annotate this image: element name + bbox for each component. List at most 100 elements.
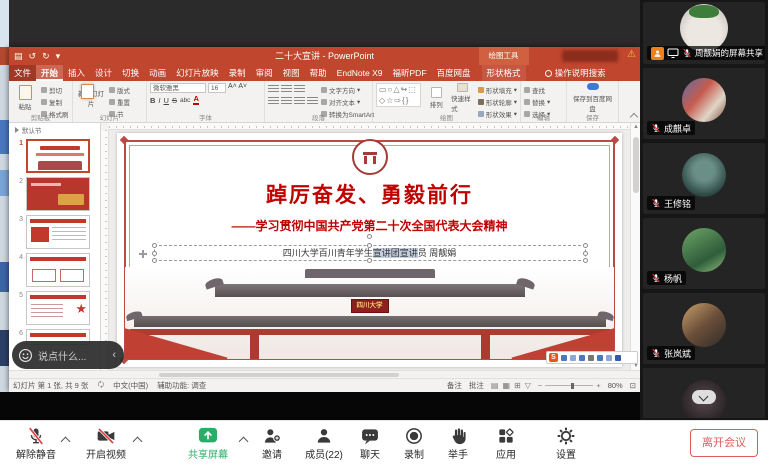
selection-handle[interactable] (583, 243, 588, 248)
video-options-chevron[interactable] (134, 436, 141, 443)
find-button[interactable]: 查找 (524, 85, 550, 95)
view-mode-buttons[interactable]: ▤▦⊞▽ (491, 381, 531, 390)
share-screen-button[interactable]: 共享屏幕 (180, 424, 236, 462)
selection-handle[interactable] (367, 258, 372, 263)
participant-tile[interactable]: 杨帆 (643, 218, 765, 289)
chat-overlay[interactable]: 说点什么... ‹ (12, 341, 124, 369)
unmute-button[interactable]: 解除静音 (8, 424, 64, 462)
vertical-scrollbar[interactable]: ▲▼ (630, 123, 640, 370)
thumbnail-row-3[interactable]: 3 (9, 213, 100, 251)
tab-baidu-pan[interactable]: 百度网盘 (432, 65, 476, 81)
strikethrough-button[interactable]: S (172, 96, 177, 105)
participant-tile[interactable]: 张岚斌 (643, 293, 765, 364)
mic-options-chevron[interactable] (62, 436, 69, 443)
tab-foxit-pdf[interactable]: 福昕PDF (388, 65, 432, 81)
invite-button[interactable]: 邀请 (250, 424, 294, 462)
language-indicator[interactable]: 中文(中国) (113, 380, 148, 391)
leave-meeting-button[interactable]: 离开会议 (690, 429, 758, 457)
start-video-button[interactable]: 开启视频 (78, 424, 134, 462)
copy-button[interactable]: 复制 (41, 97, 69, 107)
clear-format-button[interactable]: abc (180, 97, 190, 104)
participant-tile-partial[interactable] (643, 368, 765, 418)
selection-handle[interactable] (583, 258, 588, 263)
settings-button[interactable]: 设置 (546, 424, 586, 462)
slide-thumbnail[interactable]: ★ (26, 291, 90, 325)
thumbnail-row-5[interactable]: 5 ★ (9, 289, 100, 327)
members-button[interactable]: 成员(22) (296, 424, 352, 462)
selection-handle[interactable] (152, 243, 157, 248)
chat-button[interactable]: 聊天 (350, 424, 390, 462)
tab-transitions[interactable]: 切换 (117, 65, 144, 81)
section-header[interactable]: 默认节 (9, 123, 100, 137)
selection-handle[interactable] (152, 251, 157, 256)
layout-button[interactable]: 版式 (109, 85, 130, 95)
slide-title-text[interactable]: 踔厉奋发、勇毅前行 (117, 179, 622, 209)
tab-endnote[interactable]: EndNote X9 (332, 65, 388, 81)
tab-view[interactable]: 视图 (278, 65, 305, 81)
font-name-box[interactable]: 微软雅黑 (150, 83, 206, 93)
tell-me-search[interactable]: 操作说明搜索 (540, 65, 611, 81)
font-size-box[interactable]: 16 (208, 83, 226, 93)
quick-styles-button[interactable]: 快速样式 (451, 83, 475, 113)
slide-thumbnail[interactable] (26, 177, 90, 211)
participant-tile-sharing[interactable]: 周靓娟的屏幕共享 (643, 2, 765, 64)
arrange-button[interactable]: 排列 (424, 83, 448, 113)
replace-button[interactable]: 替换 ▾ (524, 97, 550, 107)
tab-design[interactable]: 设计 (90, 65, 117, 81)
tab-slideshow[interactable]: 幻灯片放映 (171, 65, 224, 81)
slide-subtitle-text[interactable]: ——学习贯彻中国共产党第二十次全国代表大会精神 (117, 217, 622, 234)
bold-button[interactable]: B (150, 96, 155, 105)
notes-toggle[interactable]: 备注 (447, 380, 462, 391)
participant-tile[interactable]: 成麒卓 (643, 68, 765, 139)
tab-animations[interactable]: 动画 (144, 65, 171, 81)
font-color-button[interactable]: A (193, 95, 198, 105)
thumbnail-row-1[interactable]: 1 (9, 137, 100, 175)
share-options-chevron[interactable] (240, 436, 247, 443)
tab-review[interactable]: 审阅 (251, 65, 278, 81)
apps-button[interactable]: 应用 (486, 424, 526, 462)
slide-thumbnail-selected[interactable] (26, 139, 90, 173)
chat-input-placeholder[interactable]: 说点什么... (38, 348, 105, 363)
shapes-gallery[interactable]: ▭○△↬⬚◇☆⇨{} (376, 83, 421, 107)
tab-insert[interactable]: 插入 (63, 65, 90, 81)
participant-tile[interactable]: 王修铭 (643, 143, 765, 214)
tab-home[interactable]: 开始 (36, 65, 63, 81)
cut-button[interactable]: 剪切 (41, 85, 69, 95)
raise-hand-button[interactable]: 举手 (438, 424, 478, 462)
thumbnail-row-2[interactable]: 2 (9, 175, 100, 213)
presenter-textbox[interactable]: 四川大学百川青年学生宣讲团宣讲员 周靓娟 (154, 245, 586, 261)
accessibility-status[interactable]: 辅助功能: 调查 (157, 380, 206, 391)
italic-button[interactable]: I (158, 96, 160, 105)
underline-button[interactable]: U (164, 96, 169, 105)
zoom-slider[interactable]: −+ (538, 381, 601, 390)
slide-thumbnail[interactable] (26, 215, 90, 249)
list-buttons[interactable] (268, 85, 318, 93)
text-direction-button[interactable]: 文字方向 ▾ (321, 85, 374, 95)
selection-handle[interactable] (367, 243, 372, 248)
move-handle-icon[interactable] (139, 250, 147, 258)
new-slide-button[interactable]: 新建幻灯片 (76, 83, 106, 113)
collapse-left-icon[interactable]: ‹ (110, 349, 118, 361)
horizontal-scrollbar[interactable] (9, 370, 640, 378)
shape-outline-button[interactable]: 形状轮廓 ▾ (478, 97, 517, 107)
rotate-handle[interactable] (367, 234, 372, 239)
tab-help[interactable]: 帮助 (305, 65, 332, 81)
slide-thumbnail[interactable] (26, 253, 90, 287)
align-text-button[interactable]: 对齐文本 ▾ (321, 97, 374, 107)
selection-handle[interactable] (583, 251, 588, 256)
slide-editing-area[interactable]: 踔厉奋发、勇毅前行 ——学习贯彻中国共产党第二十次全国代表大会精神 四川大学百川… (117, 133, 622, 367)
ime-toolbar[interactable]: S (546, 351, 638, 364)
save-to-cloud-button[interactable]: 保存到百度网盘 (573, 93, 613, 113)
record-button[interactable]: 录制 (394, 424, 434, 462)
collapse-sidebar-button[interactable] (692, 390, 716, 404)
align-buttons[interactable] (268, 97, 318, 105)
paste-button[interactable]: 粘贴 (12, 83, 38, 113)
zoom-percent[interactable]: 80% (608, 381, 623, 390)
tab-file[interactable]: 文件 (9, 65, 36, 81)
collapse-ribbon-icon[interactable] (630, 113, 638, 121)
tab-record[interactable]: 录制 (224, 65, 251, 81)
selection-handle[interactable] (152, 258, 157, 263)
shape-fill-button[interactable]: 形状填充 ▾ (478, 85, 517, 95)
tab-shape-format[interactable]: 绘图工具 形状格式 (482, 65, 526, 81)
fit-to-window-icon[interactable]: ⊡ (630, 381, 636, 390)
